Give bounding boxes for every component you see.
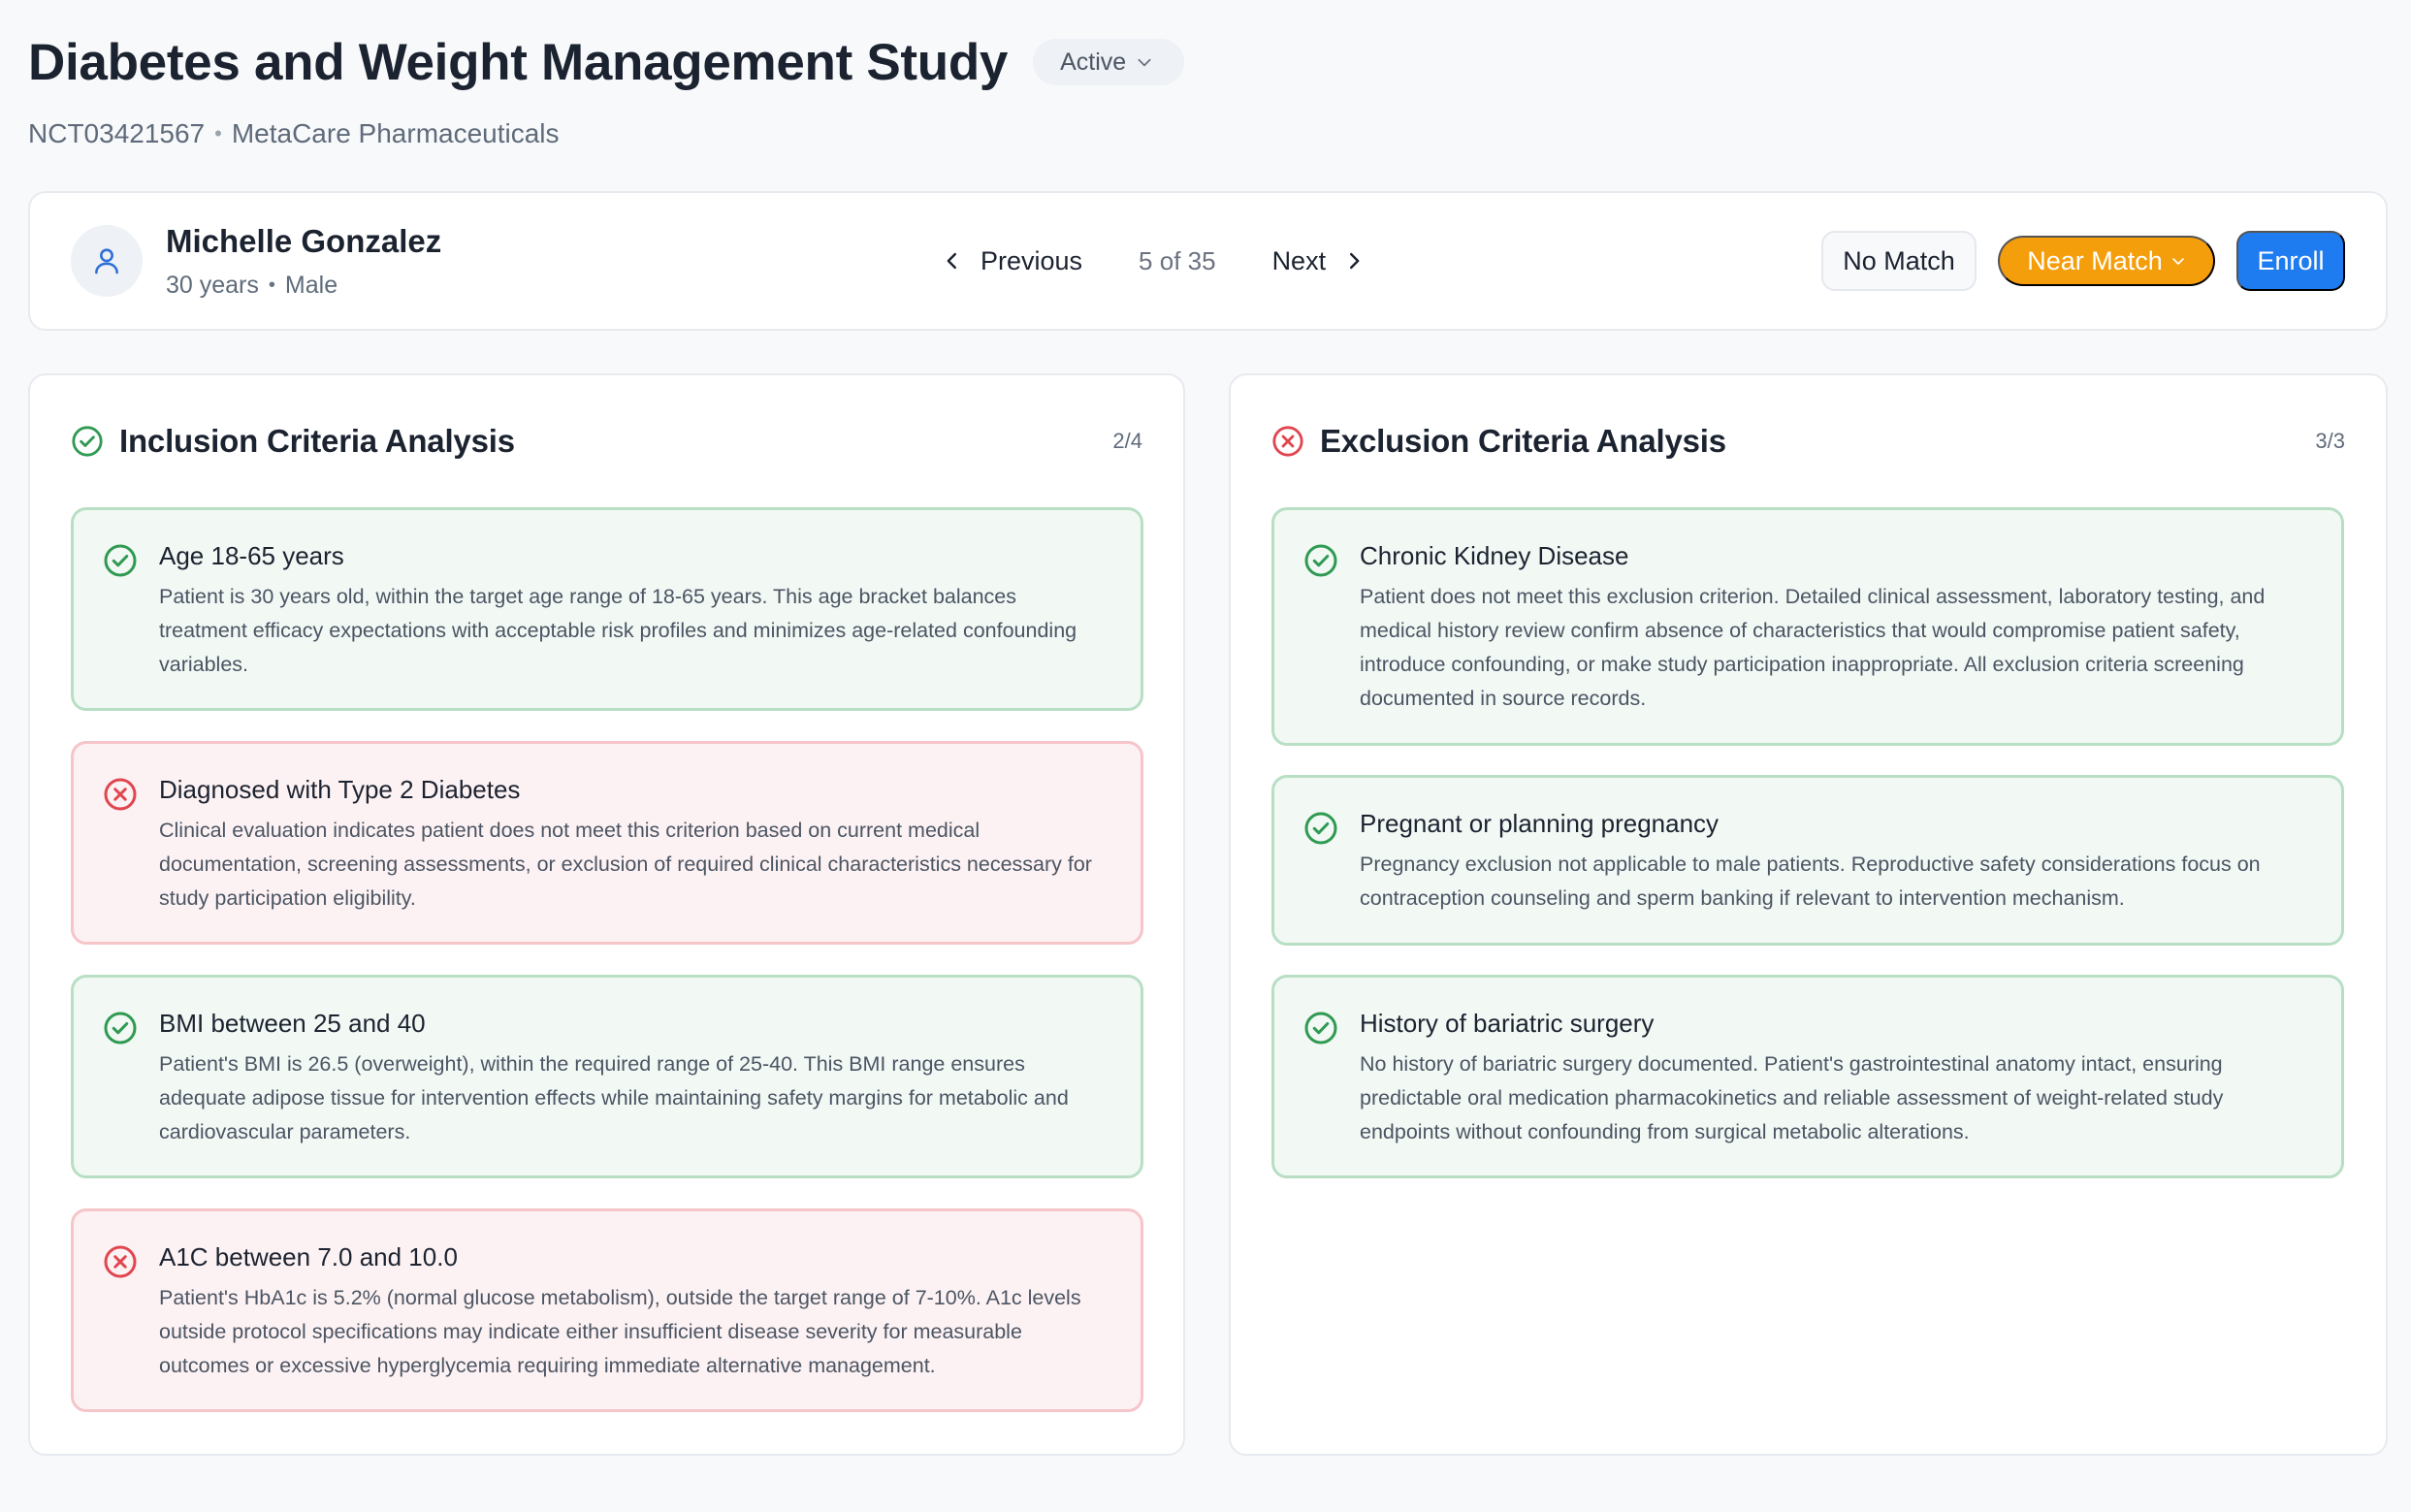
criterion-card: Age 18-65 years Patient is 30 years old,… — [71, 507, 1143, 711]
study-header: Diabetes and Weight Management Study Act… — [28, 0, 2383, 149]
next-button[interactable]: Next — [1272, 246, 1366, 276]
enroll-button[interactable]: Enroll — [2236, 231, 2345, 291]
previous-label: Previous — [980, 245, 1083, 275]
patient-age: 30 years — [166, 271, 259, 299]
criterion-description: Patient's BMI is 26.5 (overweight), with… — [159, 1052, 1069, 1143]
pager-count: 5 of 35 — [1139, 245, 1216, 275]
inclusion-title: Inclusion Criteria Analysis — [119, 423, 515, 459]
patient-sex: Male — [284, 271, 338, 299]
previous-button[interactable]: Previous — [942, 246, 1082, 276]
criterion-title: Pregnant or planning pregnancy — [1360, 809, 1720, 838]
criterion-description: Pregnancy exclusion not applicable to ma… — [1360, 853, 2261, 910]
check-circle-icon — [104, 544, 137, 577]
criterion-title: Diagnosed with Type 2 Diabetes — [159, 775, 521, 804]
avatar — [71, 225, 143, 297]
status-dropdown[interactable]: Active — [1033, 39, 1185, 85]
page-title: Diabetes and Weight Management Study — [28, 33, 1009, 91]
nct-id: NCT03421567 — [28, 118, 206, 148]
criterion-description: Patient does not meet this exclusion cri… — [1360, 585, 2266, 710]
check-circle-icon — [104, 1012, 137, 1045]
user-icon — [95, 248, 118, 274]
check-circle-icon — [72, 426, 103, 457]
criterion-title: Chronic Kidney Disease — [1360, 541, 1629, 570]
criterion-description: Patient is 30 years old, within the targ… — [159, 585, 1077, 676]
x-circle-icon — [104, 1245, 137, 1278]
criterion-card: Diagnosed with Type 2 Diabetes Clinical … — [71, 741, 1143, 945]
decision-actions: No Match Near Match Enroll — [1821, 193, 2345, 329]
criterion-description: Patient's HbA1c is 5.2% (normal glucose … — [159, 1286, 1081, 1377]
patient-pager: Previous 5 of 35 Next — [942, 193, 1365, 329]
next-label: Next — [1271, 245, 1327, 275]
check-circle-icon — [1304, 1012, 1337, 1045]
no-match-button[interactable]: No Match — [1821, 231, 1977, 291]
criterion-card: A1C between 7.0 and 10.0 Patient's HbA1c… — [71, 1208, 1143, 1412]
title-row: Diabetes and Weight Management Study Act… — [28, 31, 2383, 93]
chevron-right-icon — [1350, 252, 1360, 270]
patient-name: Michelle Gonzalez — [166, 222, 442, 259]
sponsor-name: MetaCare Pharmaceuticals — [231, 118, 560, 148]
check-circle-icon — [1304, 812, 1337, 845]
exclusion-panel-header: Exclusion Criteria Analysis 3/3 — [1271, 422, 2345, 461]
patient-info: Michelle Gonzalez 30 years • Male — [166, 223, 441, 300]
criterion-title: History of bariatric surgery — [1360, 1009, 1655, 1038]
criterion-title: A1C between 7.0 and 10.0 — [159, 1242, 458, 1271]
status-label: Active — [1060, 48, 1127, 76]
exclusion-panel: Exclusion Criteria Analysis 3/3 Chronic … — [1229, 373, 2388, 1456]
inclusion-panel-header: Inclusion Criteria Analysis 2/4 — [71, 422, 1142, 461]
patient-bar: Michelle Gonzalez 30 years • Male Previo… — [28, 191, 2388, 331]
criterion-description: No history of bariatric surgery document… — [1360, 1052, 2224, 1143]
chevron-down-icon — [2171, 258, 2184, 265]
x-circle-icon — [1272, 426, 1303, 457]
criterion-card: BMI between 25 and 40 Patient's BMI is 2… — [71, 975, 1143, 1178]
check-circle-icon — [1304, 544, 1337, 577]
near-match-button[interactable]: Near Match — [1998, 236, 2215, 286]
exclusion-title: Exclusion Criteria Analysis — [1320, 423, 1726, 459]
criterion-description: Clinical evaluation indicates patient do… — [159, 819, 1092, 910]
chevron-left-icon — [947, 252, 956, 270]
inclusion-panel: Inclusion Criteria Analysis 2/4 Age 18-6… — [28, 373, 1185, 1456]
near-match-label: Near Match — [2027, 245, 2163, 275]
criterion-card: Pregnant or planning pregnancy Pregnancy… — [1271, 775, 2344, 946]
study-subtitle: NCT03421567 • MetaCare Pharmaceuticals — [28, 118, 2383, 149]
trial-screening-page: Diabetes and Weight Management Study Act… — [0, 0, 2411, 1512]
inclusion-count: 2/4 — [1112, 429, 1142, 453]
separator-dot: • — [268, 273, 275, 296]
criterion-card: History of bariatric surgery No history … — [1271, 975, 2344, 1178]
exclusion-count: 3/3 — [2315, 429, 2345, 453]
x-circle-icon — [104, 778, 137, 811]
separator-dot: • — [214, 121, 222, 145]
criterion-title: Age 18-65 years — [159, 541, 344, 570]
criterion-card: Chronic Kidney Disease Patient does not … — [1271, 507, 2344, 746]
criterion-title: BMI between 25 and 40 — [159, 1009, 426, 1038]
chevron-down-icon — [1138, 58, 1151, 67]
patient-meta: 30 years • Male — [166, 272, 441, 300]
